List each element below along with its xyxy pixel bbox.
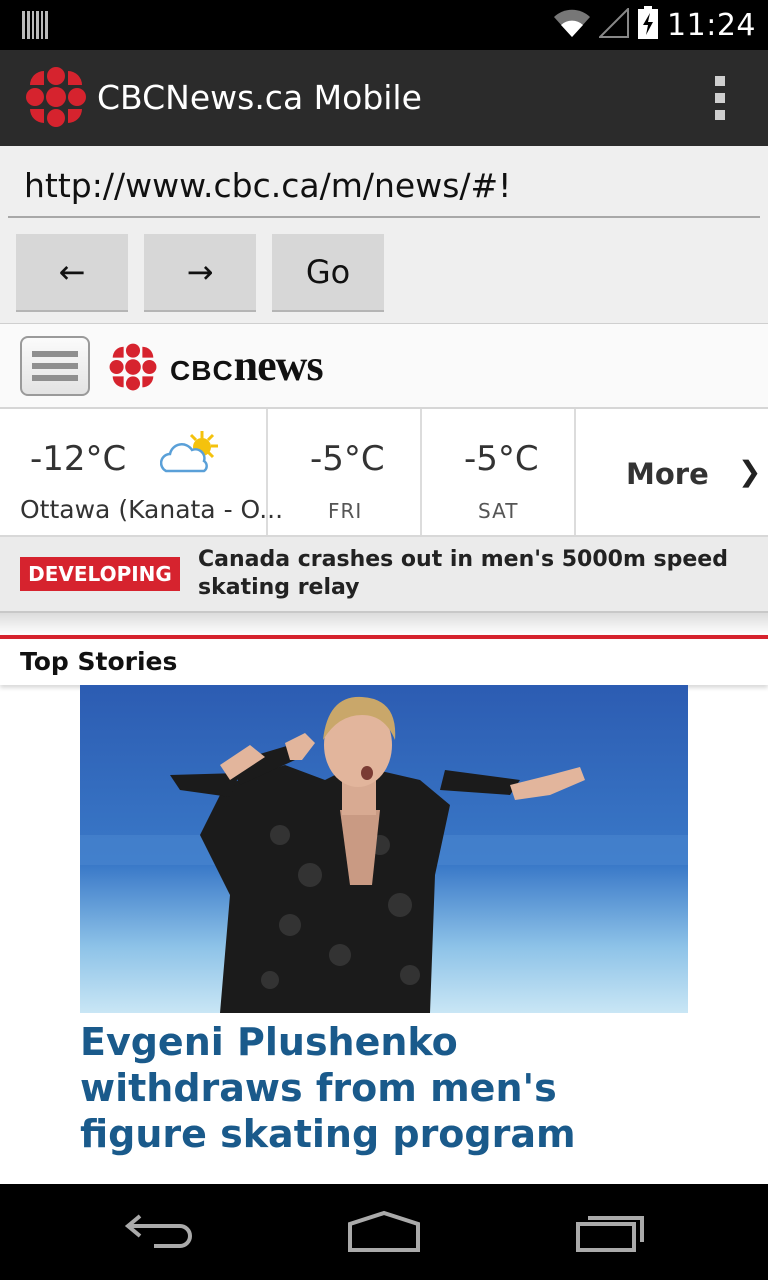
top-stories-header: Top Stories — [0, 635, 768, 685]
chevron-right-icon[interactable]: ❯ — [738, 455, 761, 488]
webview: CBCnews -12°C Ottawa (Kanata - O... -5°C… — [0, 323, 768, 1184]
developing-banner[interactable]: DEVELOPING Canada crashes out in men's 5… — [0, 537, 768, 613]
system-nav-bar — [0, 1184, 768, 1280]
back-arrow-icon[interactable] — [124, 1210, 194, 1254]
weather-day-sat[interactable]: -5°C SAT — [422, 409, 576, 535]
recent-apps-icon[interactable] — [574, 1210, 646, 1258]
weather-strip: -12°C Ottawa (Kanata - O... -5°C FRI -5°… — [0, 409, 768, 537]
go-button[interactable]: Go — [272, 234, 384, 312]
battery-charging-icon — [637, 6, 659, 44]
day-label: SAT — [478, 499, 519, 523]
status-time: 11:24 — [667, 7, 756, 43]
partly-sunny-icon — [159, 429, 224, 483]
developing-text[interactable]: Canada crashes out in men's 5000m speed … — [198, 546, 738, 602]
wifi-icon — [553, 8, 591, 42]
cbc-gem-logo-icon — [24, 65, 88, 133]
story-headline[interactable]: Evgeni Plushenko withdraws from men's fi… — [80, 1019, 680, 1157]
logo-cbc-text: CBC — [170, 355, 234, 386]
developing-badge: DEVELOPING — [20, 557, 180, 591]
day-temp: -5°C — [464, 439, 539, 479]
weather-day-fri[interactable]: -5°C FRI — [268, 409, 422, 535]
weather-more-link[interactable]: More — [626, 457, 709, 491]
browser-controls: http://www.cbc.ca/m/news/#! ← → Go — [0, 146, 768, 323]
weather-current[interactable]: -12°C Ottawa (Kanata - O... — [0, 409, 283, 535]
app-bar: CBCNews.ca Mobile — [0, 50, 768, 146]
divider — [0, 613, 768, 635]
site-header: CBCnews — [0, 323, 768, 409]
home-icon[interactable] — [346, 1210, 422, 1258]
cbc-gem-logo-icon[interactable] — [108, 342, 158, 396]
current-temp: -12°C — [30, 439, 127, 479]
day-temp: -5°C — [310, 439, 385, 479]
app-title: CBCNews.ca Mobile — [97, 78, 422, 117]
top-stories-label: Top Stories — [20, 647, 178, 676]
overflow-menu-icon[interactable] — [712, 76, 728, 120]
day-label: FRI — [328, 499, 363, 523]
signal-icon — [597, 6, 630, 42]
site-logo-wordmark[interactable]: CBCnews — [170, 340, 324, 391]
barcode-notification-icon — [22, 11, 48, 43]
forward-button[interactable]: → — [144, 234, 256, 312]
hamburger-icon[interactable] — [20, 336, 90, 396]
back-button[interactable]: ← — [16, 234, 128, 312]
current-city: Ottawa (Kanata - O... — [20, 495, 284, 524]
url-input[interactable]: http://www.cbc.ca/m/news/#! — [8, 158, 760, 218]
logo-news-text: news — [233, 341, 324, 390]
status-bar: 11:24 — [0, 0, 768, 50]
story-image[interactable] — [80, 685, 688, 1013]
